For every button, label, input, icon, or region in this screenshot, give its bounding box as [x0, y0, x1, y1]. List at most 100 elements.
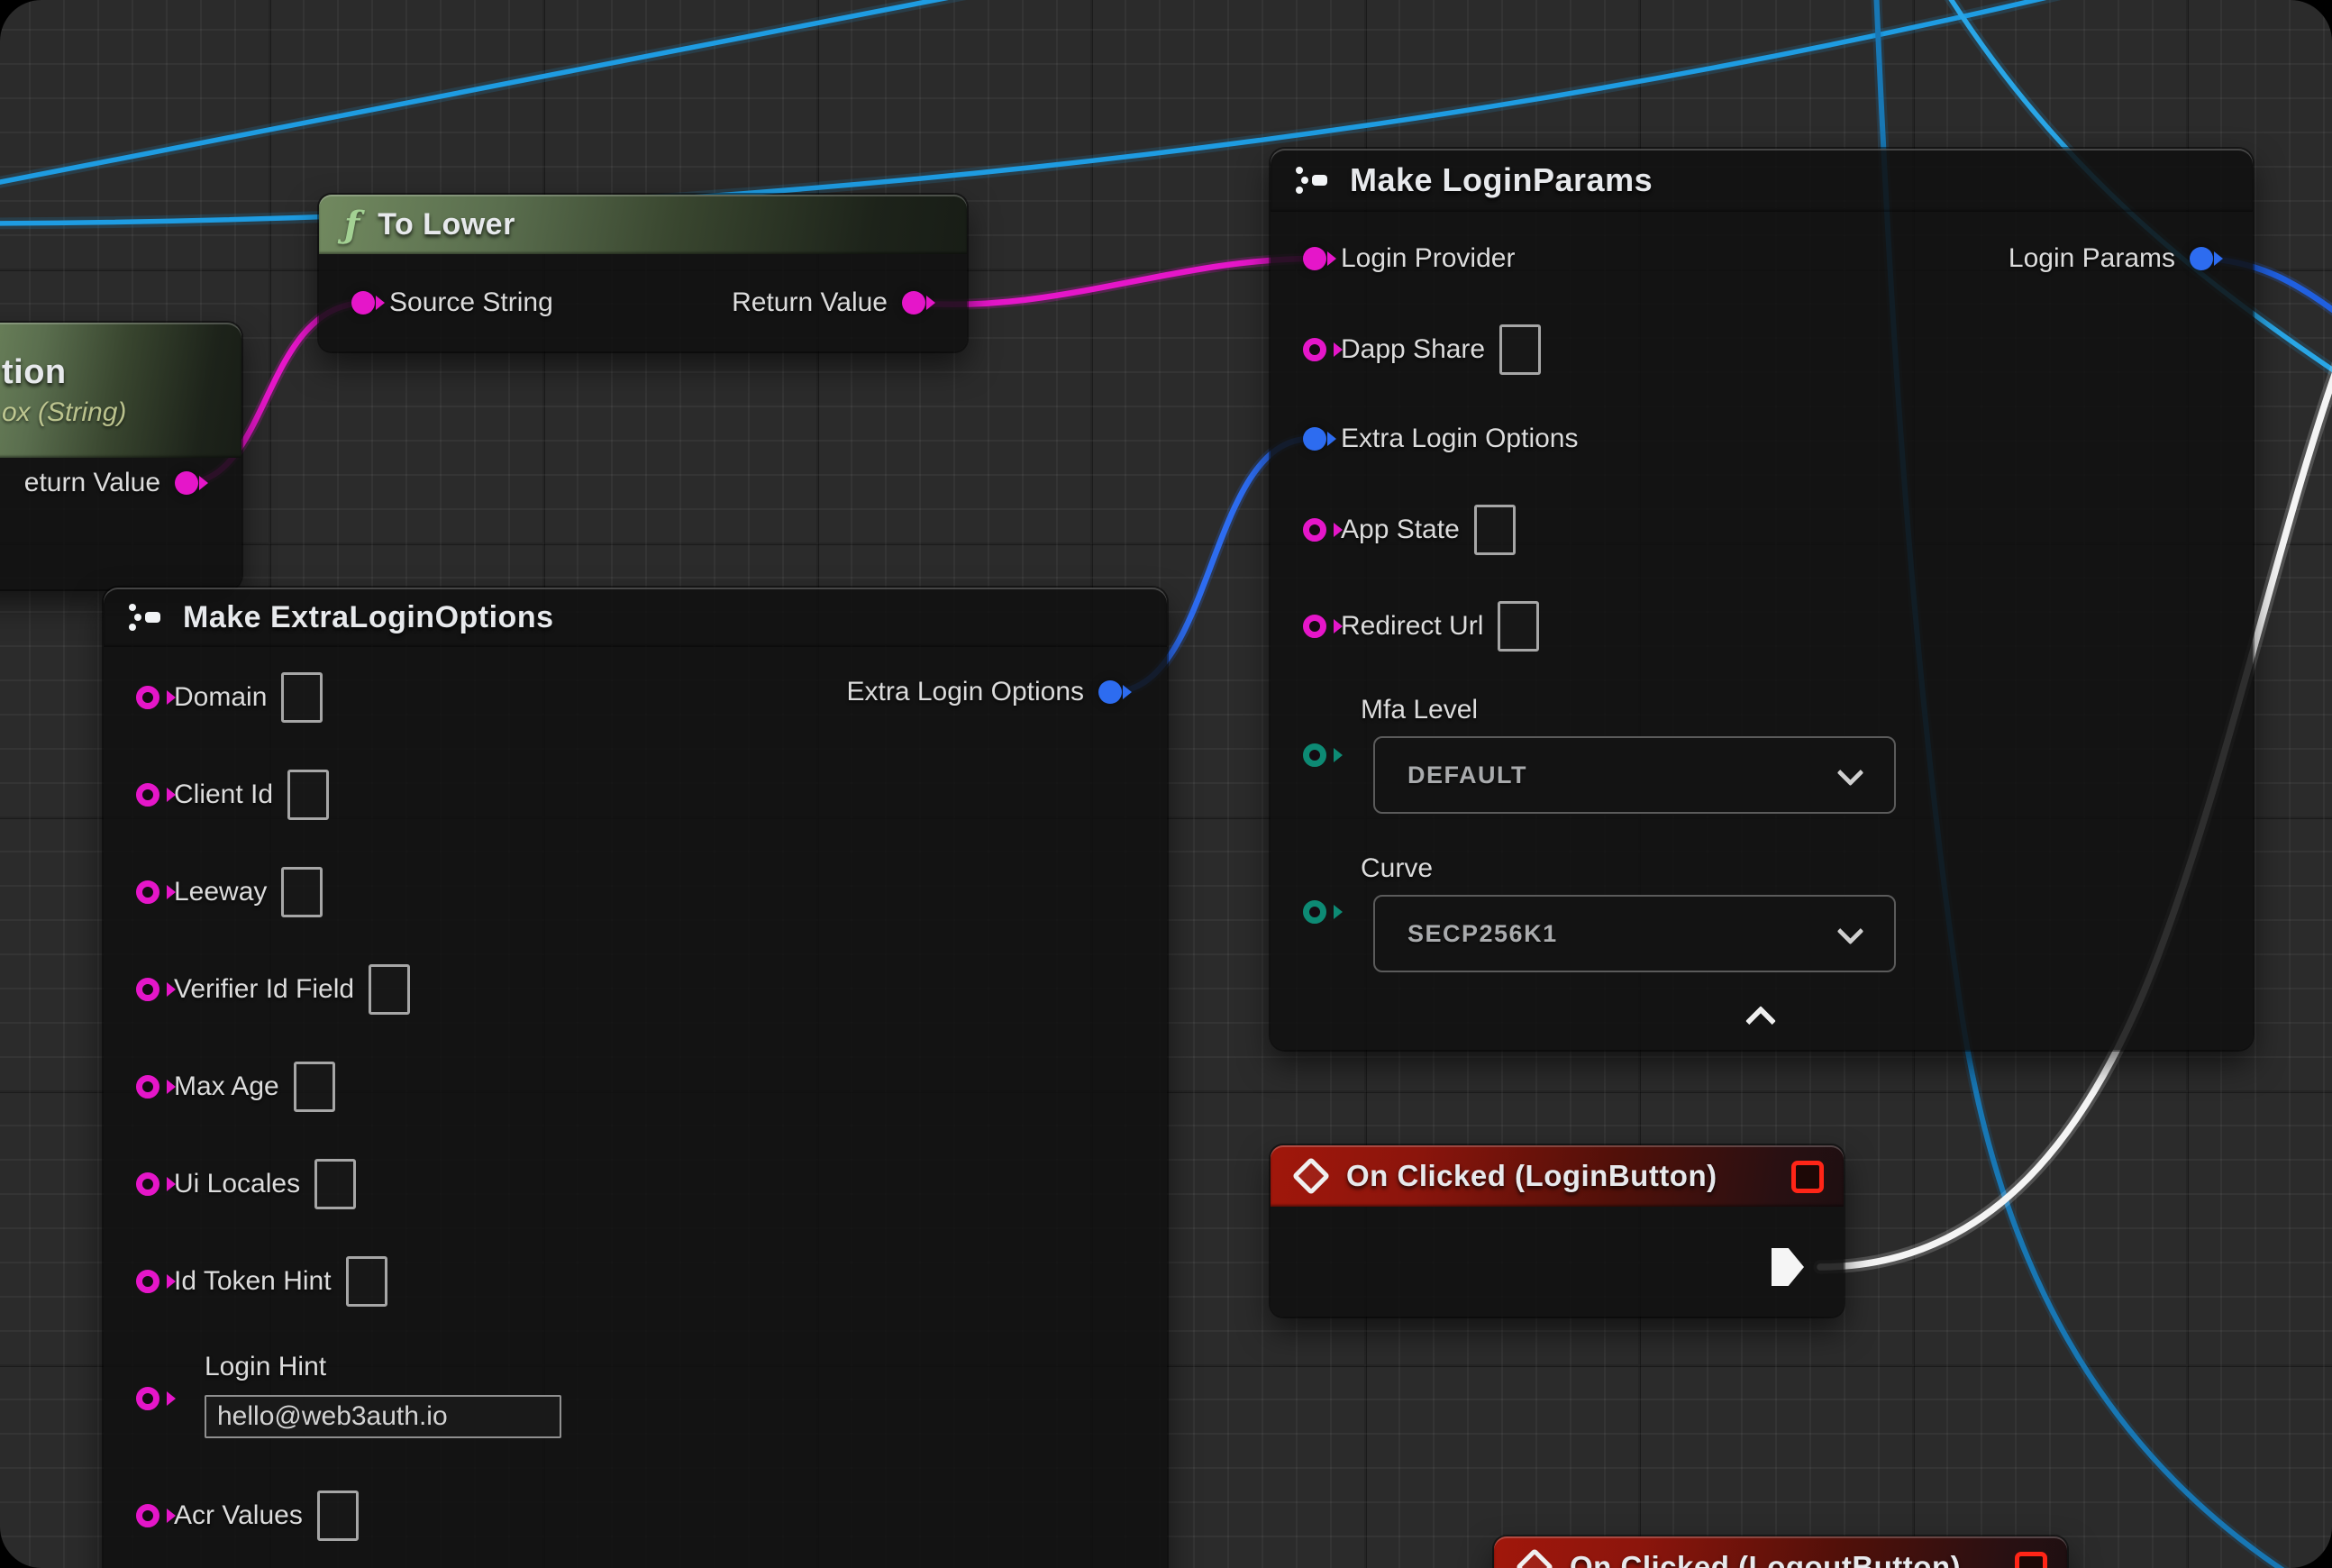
node-get-text-header[interactable]: tion ox (String): [0, 323, 241, 458]
enum-input-pin-curve[interactable]: [1303, 900, 1326, 924]
string-input-pin[interactable]: [136, 1504, 159, 1527]
node-to-lower[interactable]: ƒ To Lower Source String Return Value: [319, 195, 967, 351]
struct-output-pin[interactable]: [2190, 247, 2213, 270]
string-input-pin[interactable]: [1303, 338, 1326, 361]
string-input-pin[interactable]: [1303, 615, 1326, 638]
wire-cyan-a-glow: [0, 0, 991, 186]
curve-label: Curve: [1361, 853, 1433, 884]
pin-label: Return Value: [732, 287, 888, 318]
string-input-pin-login-hint[interactable]: [136, 1387, 159, 1410]
pin-label: Extra Login Options: [1341, 424, 1578, 454]
node-get-text-partial[interactable]: tion ox (String) eturn Value: [0, 323, 241, 589]
string-input-pin[interactable]: [136, 1075, 159, 1099]
pin-label: eturn Value: [24, 468, 160, 498]
string-input-pin[interactable]: [136, 1270, 159, 1293]
pin-row-leeway: Leeway: [136, 869, 323, 916]
node-on-clicked-login-header[interactable]: On Clicked (LoginButton): [1271, 1145, 1844, 1207]
login-hint-label: Login Hint: [205, 1352, 326, 1382]
pin-label: Acr Values: [174, 1500, 303, 1531]
pin-label: Source String: [389, 287, 553, 318]
pin-label: Client Id: [174, 779, 273, 810]
curve-value: SECP256K1: [1407, 920, 1558, 948]
redirect-url-checkbox[interactable]: [1498, 601, 1539, 652]
mfa-level-label: Mfa Level: [1361, 695, 1478, 725]
pin-row-extra-login-options-out: Extra Login Options: [847, 669, 1122, 716]
node-on-clicked-logout-header[interactable]: On Clicked (LogoutButton): [1494, 1536, 2067, 1568]
verifier-id-field-checkbox[interactable]: [369, 964, 410, 1015]
pin-row-extra-login-options-in: Extra Login Options: [1303, 415, 1578, 462]
pin-row-login-provider: Login Provider: [1303, 235, 1515, 282]
ui-locales-checkbox[interactable]: [314, 1159, 356, 1209]
string-input-pin[interactable]: [136, 783, 159, 807]
pin-row-domain: Domain: [136, 674, 323, 721]
pin-row-verifier-id-field: Verifier Id Field: [136, 966, 410, 1013]
pin-row-redirect-url: Redirect Url: [1303, 603, 1539, 650]
pin-label: Dapp Share: [1341, 334, 1485, 365]
node-title: tion: [2, 353, 67, 392]
event-bind-icon[interactable]: [2015, 1552, 2047, 1568]
string-output-pin[interactable]: [902, 291, 925, 315]
string-input-pin[interactable]: [136, 880, 159, 904]
pin-row-source-string: Source String: [351, 279, 553, 326]
collapse-node-chevron-icon[interactable]: [1745, 1006, 1776, 1036]
string-input-pin[interactable]: [351, 291, 375, 315]
max-age-checkbox[interactable]: [294, 1062, 335, 1112]
node-subtitle: ox (String): [2, 397, 126, 428]
pin-label: Login Params: [2009, 243, 2175, 274]
domain-checkbox[interactable]: [281, 672, 323, 723]
pin-row-client-id: Client Id: [136, 771, 329, 818]
curve-dropdown[interactable]: SECP256K1: [1373, 895, 1896, 972]
leeway-checkbox[interactable]: [281, 867, 323, 917]
pin-label: Extra Login Options: [847, 677, 1084, 707]
chevron-down-icon: [1837, 760, 1864, 787]
enum-input-pin-mfa[interactable]: [1303, 743, 1326, 767]
string-input-pin[interactable]: [1303, 518, 1326, 542]
pin-row-return-value: eturn Value: [24, 460, 198, 506]
string-input-pin[interactable]: [1303, 247, 1326, 270]
string-input-pin[interactable]: [136, 686, 159, 709]
node-title: On Clicked (LoginButton): [1346, 1159, 1717, 1193]
node-title: To Lower: [378, 207, 515, 242]
make-struct-icon: [125, 600, 165, 634]
struct-input-pin[interactable]: [1303, 427, 1326, 451]
pin-row-dapp-share: Dapp Share: [1303, 326, 1541, 373]
string-input-pin[interactable]: [136, 1172, 159, 1196]
wire-string-2-glow: [914, 259, 1310, 305]
struct-output-pin[interactable]: [1098, 680, 1122, 704]
node-title: On Clicked (LogoutButton): [1570, 1550, 1961, 1568]
graph-canvas[interactable]: tion ox (String) eturn Value ƒ To Lower …: [0, 0, 2332, 1568]
pin-label: Id Token Hint: [174, 1266, 332, 1297]
make-struct-icon: [1292, 163, 1332, 197]
exec-output-pin[interactable]: [1772, 1248, 1804, 1286]
login-hint-input[interactable]: [205, 1395, 561, 1438]
node-on-clicked-login-button[interactable]: On Clicked (LoginButton): [1271, 1145, 1844, 1317]
pin-label: Verifier Id Field: [174, 974, 354, 1005]
string-input-pin[interactable]: [136, 978, 159, 1001]
blueprint-editor: tion ox (String) eturn Value ƒ To Lower …: [0, 0, 2332, 1568]
node-on-clicked-logout-button[interactable]: On Clicked (LogoutButton): [1494, 1536, 2067, 1568]
mfa-level-value: DEFAULT: [1407, 761, 1527, 789]
pin-row-acr-values: Acr Values: [136, 1492, 359, 1539]
pin-label: Ui Locales: [174, 1169, 300, 1199]
pin-label: Leeway: [174, 877, 267, 907]
pin-row-max-age: Max Age: [136, 1063, 335, 1110]
pin-row-login-params-out: Login Params: [2009, 235, 2213, 282]
mfa-level-dropdown[interactable]: DEFAULT: [1373, 736, 1896, 814]
node-make-extra-header[interactable]: Make ExtraLoginOptions: [104, 588, 1167, 647]
node-make-login-params[interactable]: Make LoginParams Login Provider Login Pa…: [1271, 149, 2253, 1050]
pin-label: Max Age: [174, 1071, 279, 1102]
client-id-checkbox[interactable]: [287, 770, 329, 820]
node-make-extra-login-options[interactable]: Make ExtraLoginOptions Domain Extra Logi…: [104, 588, 1167, 1568]
app-state-checkbox[interactable]: [1474, 505, 1516, 555]
wire-cyan-a: [0, 0, 991, 186]
event-diamond-icon: [1516, 1548, 1553, 1568]
dapp-share-checkbox[interactable]: [1499, 324, 1541, 375]
id-token-hint-checkbox[interactable]: [346, 1256, 387, 1307]
acr-values-checkbox[interactable]: [317, 1491, 359, 1541]
pin-row-return-value: Return Value: [732, 279, 925, 326]
event-bind-icon[interactable]: [1791, 1161, 1824, 1193]
node-to-lower-header[interactable]: ƒ To Lower: [319, 195, 967, 254]
wire-string-2: [914, 259, 1310, 305]
string-output-pin[interactable]: [175, 471, 198, 495]
node-make-login-params-header[interactable]: Make LoginParams: [1271, 149, 2253, 212]
